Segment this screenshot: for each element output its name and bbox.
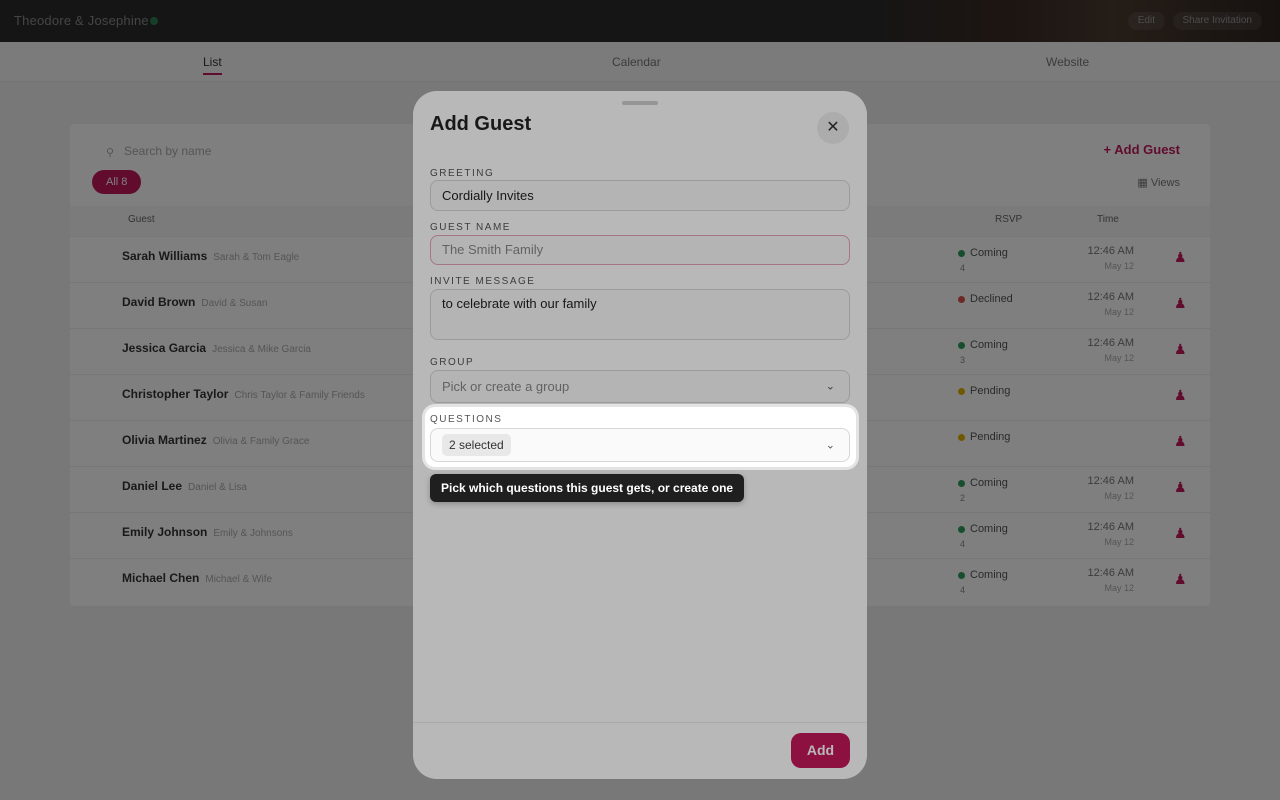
questions-selected-tag: 2 selected — [442, 434, 511, 456]
chevron-down-icon: ⌄ — [825, 380, 835, 392]
tour-tooltip: Pick which questions this guest gets, or… — [430, 474, 745, 502]
group-label: GROUP — [430, 357, 475, 368]
guest-name-placeholder: The Smith Family — [442, 242, 544, 257]
footer-divider — [413, 722, 867, 723]
greeting-field[interactable]: Cordially Invites — [430, 180, 850, 211]
guest-name-field[interactable]: The Smith Family — [430, 235, 850, 265]
questions-select[interactable]: 2 selected ⌄ — [430, 428, 850, 462]
greeting-value: Cordially Invites — [442, 188, 534, 203]
close-button[interactable]: ✕ — [817, 112, 849, 144]
chevron-down-icon: ⌄ — [825, 439, 835, 452]
invite-message-value: to celebrate with our family — [442, 296, 597, 311]
invite-message-field[interactable]: to celebrate with our family — [430, 289, 850, 340]
greeting-label: GREETING — [430, 168, 495, 179]
add-button[interactable]: Add — [791, 733, 850, 768]
invite-message-label: INVITE MESSAGE — [430, 276, 536, 287]
guest-name-label: GUEST NAME — [430, 222, 511, 233]
close-icon: ✕ — [826, 119, 840, 136]
group-select[interactable]: Pick or create a group ⌄ — [430, 370, 850, 403]
modal-title: Add Guest — [430, 113, 532, 135]
drag-handle[interactable] — [622, 101, 658, 105]
questions-label: QUESTIONS — [430, 414, 503, 425]
group-placeholder: Pick or create a group — [442, 379, 570, 394]
questions-spotlight: QUESTIONS 2 selected ⌄ — [425, 407, 856, 467]
